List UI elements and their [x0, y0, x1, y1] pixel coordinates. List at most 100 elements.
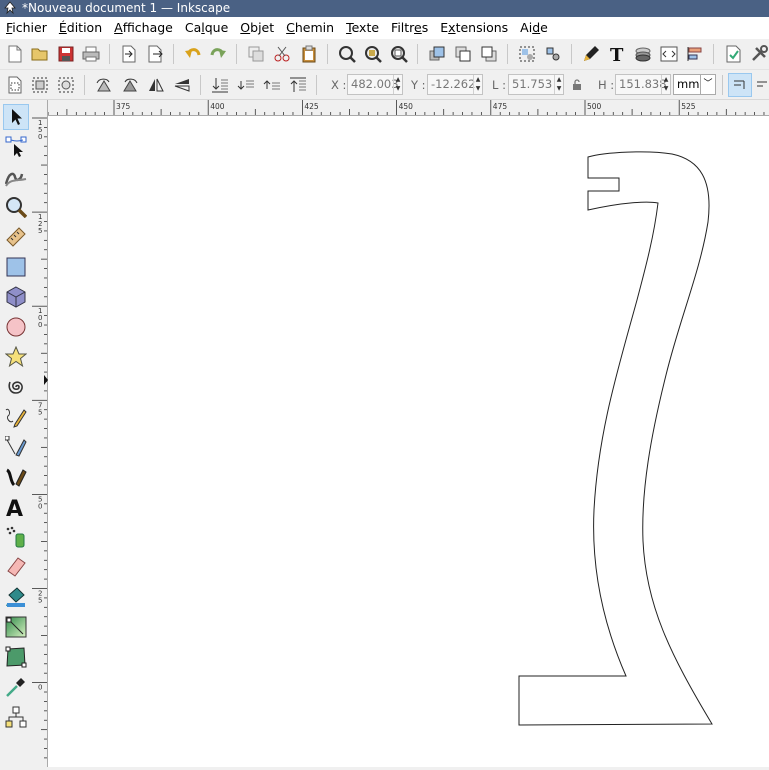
menu-fichier[interactable]: Fichier	[0, 17, 53, 39]
flip-vertical-icon[interactable]	[171, 74, 193, 96]
x-field[interactable]: 482.003 ▲ ▼	[347, 74, 403, 95]
xml-editor-icon[interactable]	[658, 43, 680, 65]
hruler-label: 400	[210, 102, 225, 111]
height-value: 151.838	[619, 77, 667, 91]
ungroup-icon[interactable]	[542, 43, 564, 65]
measure-tool-icon[interactable]	[3, 224, 29, 250]
rotate-ccw-icon[interactable]	[93, 74, 115, 96]
redo-icon[interactable]	[207, 43, 229, 65]
raise-to-top-2-icon[interactable]	[287, 74, 309, 96]
width-value: 51.753	[512, 77, 553, 91]
print-icon[interactable]	[80, 43, 102, 65]
node-tool-icon[interactable]	[3, 134, 29, 160]
fill-stroke-icon[interactable]	[580, 43, 602, 65]
3d-box-tool-icon[interactable]	[3, 284, 29, 310]
open-document-icon[interactable]	[29, 43, 51, 65]
width-field[interactable]: 51.753 ▲ ▼	[508, 74, 564, 95]
rectangle-tool-icon[interactable]	[3, 254, 29, 280]
cut-icon[interactable]	[271, 43, 293, 65]
connector-tool-icon[interactable]	[3, 704, 29, 730]
new-document-icon[interactable]	[4, 43, 26, 65]
width-spin-arrows[interactable]: ▲ ▼	[554, 75, 563, 94]
y-spin-arrows[interactable]: ▲ ▼	[473, 75, 482, 94]
duplicate-icon[interactable]	[245, 43, 267, 65]
dropper-tool-icon[interactable]	[3, 674, 29, 700]
selector-tool-icon[interactable]	[3, 104, 29, 130]
menu-objet[interactable]: Objet	[234, 17, 280, 39]
panel-collapse-arrow-icon[interactable]	[44, 374, 48, 385]
group-icon[interactable]	[516, 43, 538, 65]
hruler-label: 450	[399, 102, 414, 111]
zoom-selection-icon[interactable]	[336, 43, 358, 65]
lock-ratio-icon[interactable]	[568, 74, 586, 96]
tweak-tool-icon[interactable]	[3, 164, 29, 190]
menu-aide[interactable]: Aide	[514, 17, 554, 39]
menu-affichage[interactable]: Affichage	[108, 17, 179, 39]
lower-one-step-icon[interactable]	[235, 74, 257, 96]
lower-icon[interactable]	[478, 43, 500, 65]
preferences-icon[interactable]	[748, 43, 769, 65]
scale-stroke-toggle-icon[interactable]	[728, 73, 752, 97]
eraser-tool-icon[interactable]	[3, 554, 29, 580]
height-spin-arrows[interactable]: ▲ ▼	[661, 75, 670, 94]
ellipse-tool-icon[interactable]	[3, 314, 29, 340]
unit-value: mm	[677, 77, 700, 91]
pencil-tool-icon[interactable]	[3, 404, 29, 430]
zoom-page-icon[interactable]	[388, 43, 410, 65]
text-font-icon[interactable]: T	[606, 43, 628, 65]
vruler-label: 0	[38, 321, 42, 329]
paste-icon[interactable]	[298, 43, 320, 65]
import-icon[interactable]	[118, 43, 140, 65]
menu-texte[interactable]: Texte	[340, 17, 385, 39]
menu-edition[interactable]: Édition	[53, 17, 108, 39]
vruler-label: 5	[38, 597, 42, 605]
document-properties-icon[interactable]	[722, 43, 744, 65]
zoom-drawing-icon[interactable]	[362, 43, 384, 65]
spray-tool-icon[interactable]	[3, 524, 29, 550]
window-title: *Nouveau document 1 — Inkscape	[22, 1, 231, 15]
spiral-tool-icon[interactable]	[3, 374, 29, 400]
width-label: L :	[492, 78, 506, 92]
save-document-icon[interactable]	[55, 43, 77, 65]
deselect-icon[interactable]	[55, 74, 77, 96]
commands-toolbar: T	[0, 39, 769, 70]
select-all-layers-icon[interactable]	[29, 74, 51, 96]
menu-chemin[interactable]: Chemin	[280, 17, 340, 39]
menu-bar: Fichier Édition Affichage Calque Objet Chemin…	[0, 17, 769, 39]
height-field[interactable]: 151.838 ▲ ▼	[615, 74, 671, 95]
raise-icon[interactable]	[452, 43, 474, 65]
menu-extensions[interactable]: Extensions	[434, 17, 514, 39]
flip-horizontal-icon[interactable]	[145, 74, 167, 96]
horizontal-ruler[interactable]: 375 400 425 450 475 500 525	[48, 100, 769, 116]
unit-select[interactable]: mm ﹀	[673, 74, 716, 95]
paint-bucket-tool-icon[interactable]	[3, 584, 29, 610]
raise-one-step-icon[interactable]	[261, 74, 283, 96]
lower-to-bottom-icon[interactable]	[209, 74, 231, 96]
vertical-ruler[interactable]: 1501251007550250	[32, 100, 48, 767]
scale-corners-toggle-icon[interactable]	[755, 73, 769, 97]
drawn-path[interactable]	[518, 151, 713, 726]
drawing-canvas[interactable]	[48, 116, 769, 767]
y-value: -12.262	[431, 77, 476, 91]
menu-filtres[interactable]: Filtres	[385, 17, 434, 39]
y-field[interactable]: -12.262 ▲ ▼	[427, 74, 483, 95]
raise-to-top-icon[interactable]	[426, 43, 448, 65]
calligraphy-tool-icon[interactable]	[3, 464, 29, 490]
star-tool-icon[interactable]	[3, 344, 29, 370]
layers-icon[interactable]	[632, 43, 654, 65]
select-all-icon[interactable]	[4, 74, 26, 96]
rotate-cw-icon[interactable]	[119, 74, 141, 96]
menu-calque[interactable]: Calque	[179, 17, 234, 39]
undo-icon[interactable]	[182, 43, 204, 65]
text-tool-icon[interactable]: A	[3, 494, 29, 520]
mesh-tool-icon[interactable]	[3, 644, 29, 670]
export-icon[interactable]	[144, 43, 166, 65]
pen-tool-icon[interactable]	[3, 434, 29, 460]
gradient-tool-icon[interactable]	[3, 614, 29, 640]
title-bar: *Nouveau document 1 — Inkscape	[0, 0, 769, 17]
zoom-tool-icon[interactable]	[3, 194, 29, 220]
vruler-label: 0	[38, 502, 42, 510]
hruler-label: 425	[304, 102, 319, 111]
align-distribute-icon[interactable]	[684, 43, 706, 65]
x-spin-arrows[interactable]: ▲ ▼	[393, 75, 402, 94]
